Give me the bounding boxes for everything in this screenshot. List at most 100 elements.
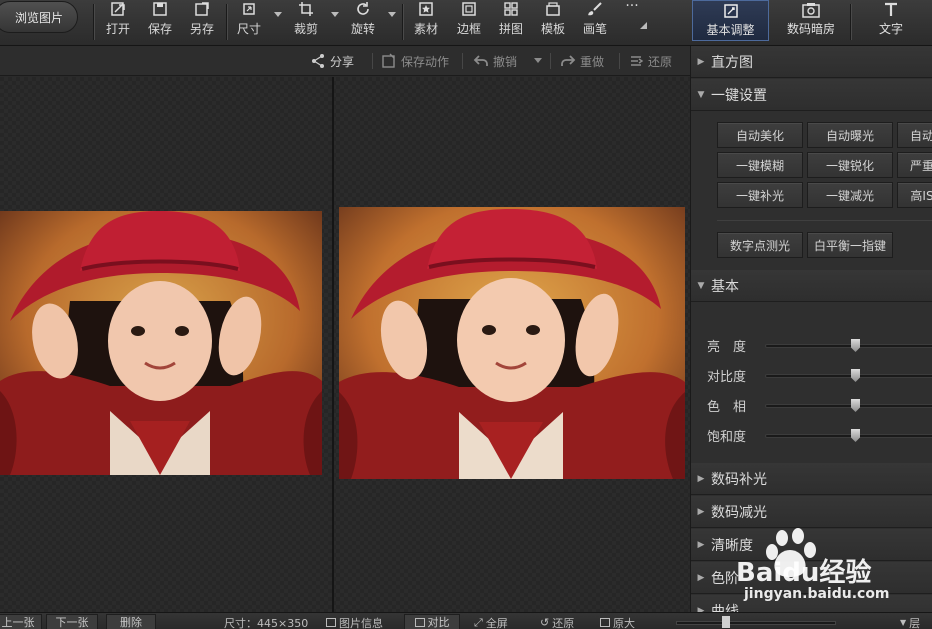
saturation-slider-thumb[interactable] — [851, 429, 860, 442]
section-basic[interactable]: ▼ 基本 — [691, 270, 932, 302]
action-separator — [372, 53, 373, 69]
processed-photo[interactable] — [339, 207, 685, 479]
brush-label: 画笔 — [582, 22, 607, 36]
section-reduce-light[interactable]: ▶ 数码减光 — [691, 496, 932, 528]
expand-arrow-icon: ▶ — [697, 473, 705, 484]
collage-label: 拼图 — [498, 22, 523, 36]
saturation-slider[interactable] — [765, 429, 932, 442]
original-size-icon — [600, 618, 610, 627]
collage-button[interactable]: 拼图 — [497, 0, 525, 46]
save-button[interactable]: 保存 — [146, 0, 174, 46]
zoom-slider[interactable] — [676, 621, 836, 625]
prev-image-button[interactable]: 上一张 — [0, 614, 42, 629]
auto-exposure-button[interactable]: 自动曝光 — [807, 122, 893, 148]
high-iso-button[interactable]: 高IS — [897, 182, 932, 208]
contrast-slider-thumb[interactable] — [851, 369, 860, 382]
crop-dropdown-icon[interactable] — [331, 12, 339, 17]
section-one-click-label: 一键设置 — [711, 87, 767, 104]
saturation-slider-row: 饱和度 — [707, 425, 932, 445]
section-curves[interactable]: ▶ 曲线 — [691, 595, 932, 612]
restore-icon — [631, 56, 644, 66]
resize-dropdown-icon[interactable] — [274, 12, 282, 17]
brightness-slider-thumb[interactable] — [851, 339, 860, 352]
frame-button[interactable]: 边框 — [455, 0, 483, 46]
save-as-label: 另存 — [189, 22, 214, 36]
auto-beautify-button[interactable]: 自动美化 — [717, 122, 803, 148]
delete-button[interactable]: 删除 — [106, 614, 156, 629]
one-click-sharpen-button[interactable]: 一键锐化 — [807, 152, 893, 178]
compare-button[interactable]: 对比 — [404, 614, 460, 629]
toolbar-separator — [226, 4, 227, 40]
save-as-icon — [192, 0, 212, 18]
section-levels[interactable]: ▶ 色阶 — [691, 562, 932, 594]
brush-button[interactable]: 画笔 — [581, 0, 609, 46]
layer-dropdown-icon: ▼ — [900, 618, 907, 627]
section-reduce-light-label: 数码减光 — [711, 504, 767, 521]
fullscreen-icon: ⤢ — [474, 615, 483, 629]
hue-slider-thumb[interactable] — [851, 399, 860, 412]
brush-icon — [585, 0, 605, 18]
save-label: 保存 — [147, 22, 172, 36]
image-info-button[interactable]: 图片信息 — [326, 615, 383, 629]
save-action-label: 保存动作 — [401, 54, 450, 69]
section-one-click[interactable]: ▼ 一键设置 — [691, 79, 932, 111]
original-size-button[interactable]: 原大 — [600, 615, 635, 629]
tab-text-label: 文字 — [878, 22, 903, 36]
redo-button[interactable]: 重做 — [560, 46, 604, 76]
fit-button[interactable]: ↺ 还原 — [540, 615, 574, 629]
white-balance-button[interactable]: 白平衡一指键 — [807, 232, 893, 258]
contrast-slider[interactable] — [765, 369, 932, 382]
rotate-button[interactable]: 旋转 — [349, 0, 377, 46]
rotate-dropdown-icon[interactable] — [388, 12, 396, 17]
tab-basic-adjust[interactable]: 基本调整 — [692, 0, 769, 41]
restore-button[interactable]: 还原 — [628, 46, 672, 76]
one-click-fill-light-button[interactable]: 一键补光 — [717, 182, 803, 208]
zoom-slider-thumb[interactable] — [722, 616, 730, 628]
save-as-button[interactable]: 另存 — [188, 0, 216, 46]
template-button[interactable]: 模板 — [539, 0, 567, 46]
brightness-slider[interactable] — [765, 339, 932, 352]
layer-button[interactable]: ▼ 层 — [900, 615, 920, 629]
tab-digital-darkroom[interactable]: 数码暗房 — [772, 0, 850, 41]
auto-more-button[interactable]: 自动 — [897, 122, 932, 148]
crop-icon — [296, 0, 316, 18]
hue-slider[interactable] — [765, 399, 932, 412]
browse-images-button[interactable]: 浏览图片 — [0, 1, 78, 33]
fullscreen-button[interactable]: ⤢ 全屏 — [474, 615, 508, 629]
compare-icon — [414, 617, 425, 627]
tab-basic-adjust-label: 基本调整 — [706, 23, 755, 37]
info-icon — [326, 618, 336, 627]
original-photo-image — [0, 211, 322, 475]
next-image-button[interactable]: 下一张 — [46, 614, 98, 629]
share-label: 分享 — [330, 54, 355, 69]
one-click-reduce-light-button[interactable]: 一键减光 — [807, 182, 893, 208]
crop-button[interactable]: 裁剪 — [292, 0, 320, 46]
collapse-arrow-icon: ▼ — [697, 89, 705, 100]
spot-metering-button[interactable]: 数字点测光 — [717, 232, 803, 258]
original-photo[interactable] — [0, 211, 322, 475]
expand-arrow-icon: ▶ — [697, 506, 705, 517]
section-levels-label: 色阶 — [711, 570, 739, 587]
hue-slider-row: 色 相 — [707, 395, 932, 415]
tab-text[interactable]: 文字 — [856, 0, 926, 41]
open-button[interactable]: 打开 — [104, 0, 132, 46]
section-fill-light[interactable]: ▶ 数码补光 — [691, 463, 932, 495]
save-action-button[interactable]: 保存动作 — [381, 46, 449, 76]
undo-button[interactable]: 撤销 — [473, 46, 517, 76]
sticker-label: 素材 — [413, 22, 438, 36]
main-toolbar: 浏览图片 打开 保存 另存 尺寸 裁剪 旋转 素材 边框 拼图 模板 画笔 ··… — [0, 0, 932, 46]
expand-corner-icon[interactable] — [640, 22, 647, 29]
sticker-button[interactable]: 素材 — [412, 0, 440, 46]
section-clarity[interactable]: ▶ 清晰度 — [691, 529, 932, 561]
undo-dropdown-icon[interactable] — [534, 58, 542, 63]
share-button[interactable]: 分享 — [310, 46, 354, 76]
section-curves-label: 曲线 — [711, 603, 739, 613]
section-histogram[interactable]: ▶ 直方图 — [691, 46, 932, 78]
resize-button[interactable]: 尺寸 — [235, 0, 263, 46]
image-canvas[interactable] — [0, 77, 690, 612]
one-click-blur-button[interactable]: 一键模糊 — [717, 152, 803, 178]
contrast-label: 对比度 — [707, 369, 747, 385]
severe-button[interactable]: 严重 — [897, 152, 932, 178]
section-basic-label: 基本 — [711, 278, 739, 295]
compare-divider — [332, 77, 334, 612]
